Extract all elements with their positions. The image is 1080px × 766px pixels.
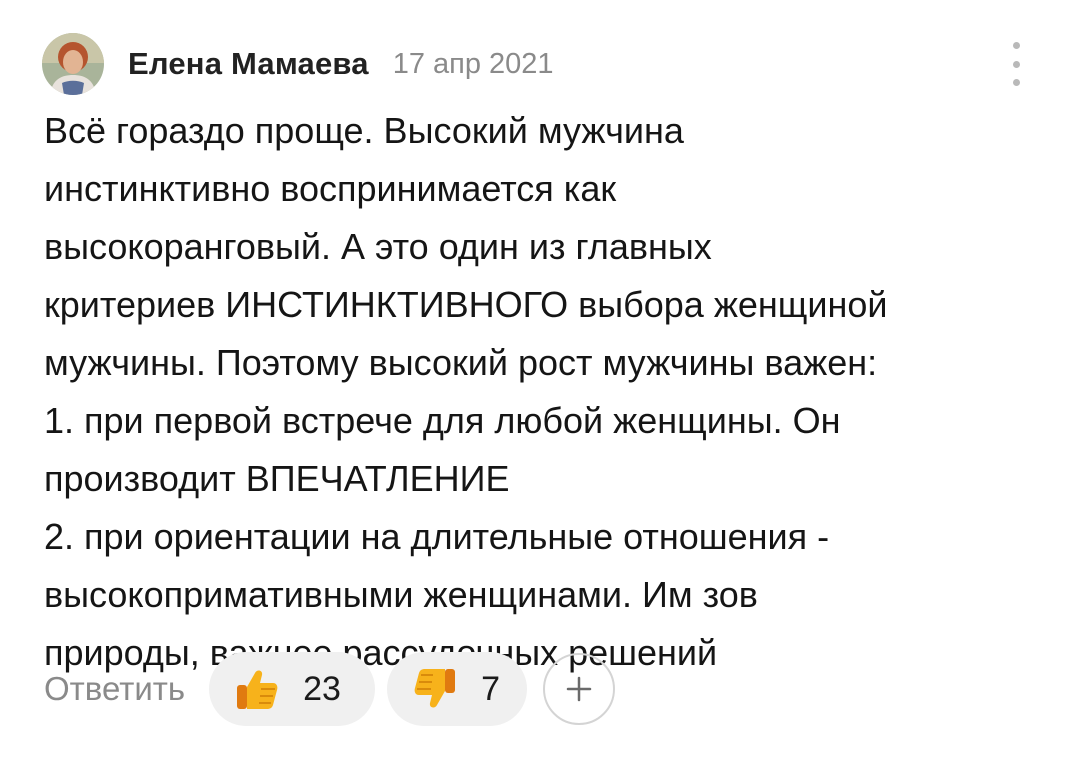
avatar[interactable]: [42, 33, 104, 95]
comment-line: 1. при первой встрече для любой женщины.…: [44, 400, 841, 441]
comment-line: высокопримативными женщинами. Им зов: [44, 574, 758, 615]
comment-line: критериев ИНСТИНКТИВНОГО выбора женщиной: [44, 284, 888, 325]
comment-actions: Ответить 23 7: [44, 652, 616, 726]
add-reaction-button[interactable]: [543, 653, 616, 725]
comment-date: 17 апр 2021: [392, 47, 554, 80]
thumbs-down-icon: [414, 669, 456, 708]
dislike-button[interactable]: 7: [387, 652, 528, 726]
comment-text: Всё гораздо проще. Высокий мужчина инсти…: [44, 102, 1054, 682]
dislikes-count: 7: [481, 669, 500, 708]
comment-line: инстинктивно воспринимается как: [44, 168, 617, 209]
likes-count: 23: [303, 669, 341, 708]
comment-line: производит ВПЕЧАТЛЕНИЕ: [44, 458, 510, 499]
more-options-icon[interactable]: [1004, 42, 1028, 86]
comment-header: Елена Мамаева 17 апр 2021: [42, 32, 554, 96]
like-button[interactable]: 23: [209, 652, 376, 726]
comment-card: Елена Мамаева 17 апр 2021 Всё гораздо пр…: [0, 0, 1080, 766]
comment-line: Всё гораздо проще. Высокий мужчина: [44, 110, 684, 151]
comment-line: высокоранговый. А это один из главных: [44, 226, 712, 267]
comment-line: мужчины. Поэтому высокий рост мужчины ва…: [44, 342, 878, 383]
avatar-image: [42, 33, 104, 95]
comment-line: 2. при ориентации на длительные отношени…: [44, 516, 830, 557]
plus-icon: [566, 676, 592, 702]
thumbs-up-icon: [237, 670, 278, 709]
author-name[interactable]: Елена Мамаева: [128, 46, 369, 82]
reply-button[interactable]: Ответить: [44, 670, 185, 708]
